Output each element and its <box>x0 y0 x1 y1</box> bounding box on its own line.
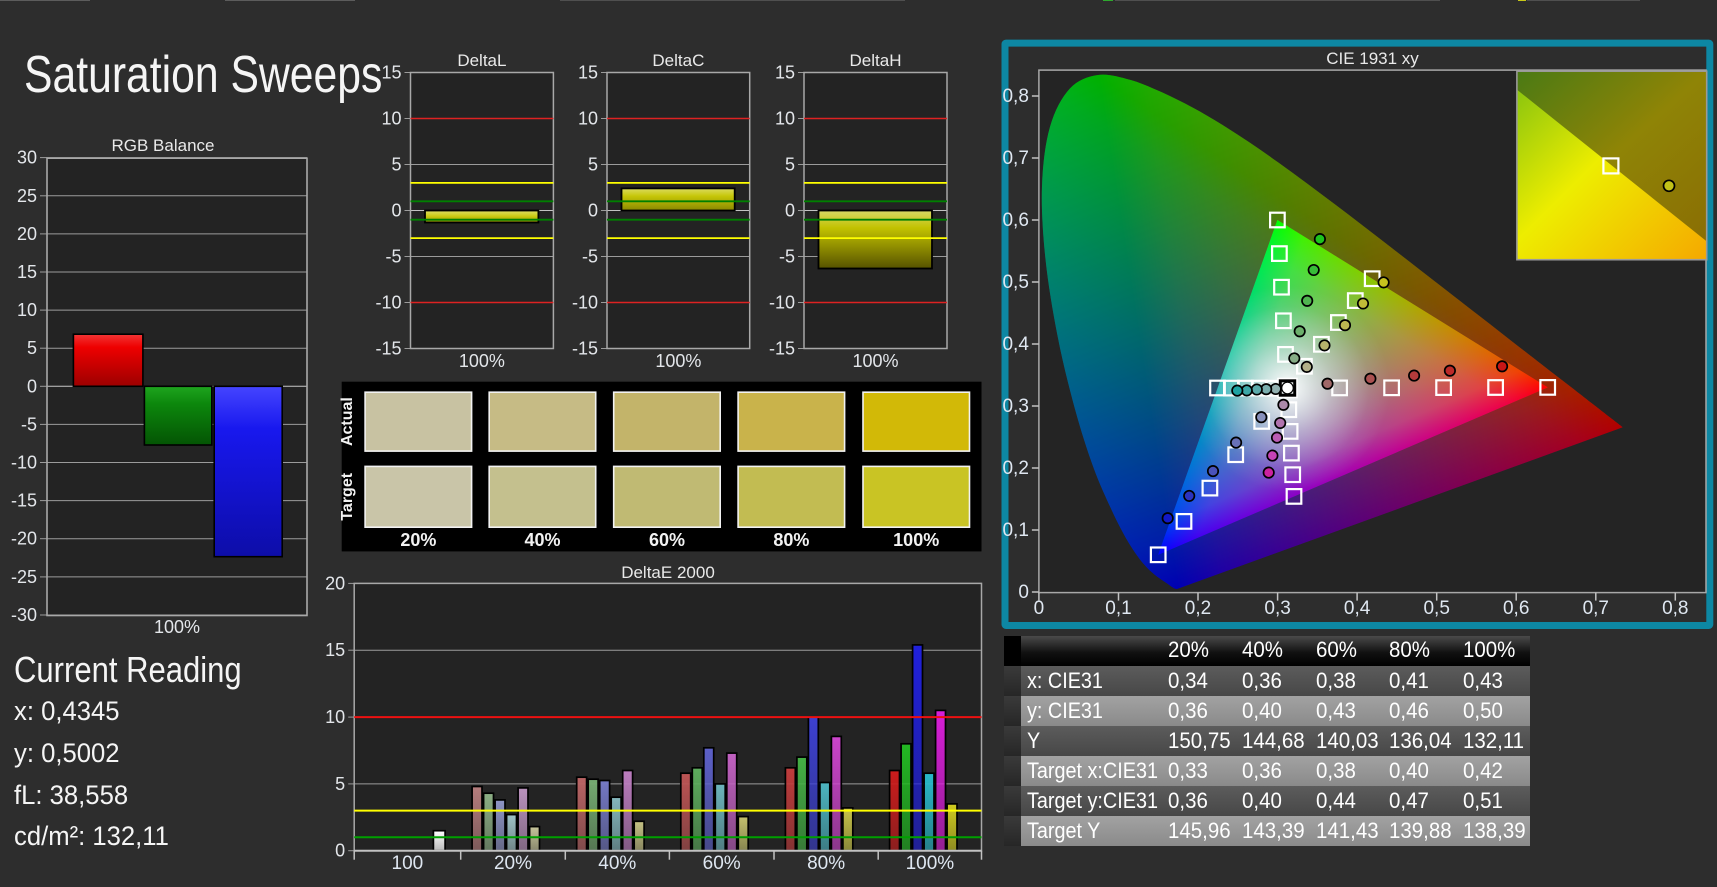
svg-text:10: 10 <box>578 109 598 129</box>
svg-text:5: 5 <box>588 155 598 175</box>
svg-text:0: 0 <box>785 201 795 221</box>
svg-text:60%: 60% <box>649 530 685 550</box>
svg-text:0,8: 0,8 <box>1002 86 1028 107</box>
svg-text:20: 20 <box>17 224 37 244</box>
svg-text:60%: 60% <box>703 853 741 874</box>
svg-text:10: 10 <box>775 109 795 129</box>
svg-text:Target: Target <box>339 472 356 520</box>
svg-text:DeltaC: DeltaC <box>652 51 704 70</box>
svg-text:10: 10 <box>325 707 345 727</box>
svg-text:0,3: 0,3 <box>1264 598 1290 619</box>
svg-text:RGB Balance: RGB Balance <box>112 136 215 155</box>
svg-text:0,2: 0,2 <box>1185 598 1211 619</box>
svg-text:20%: 20% <box>494 853 532 874</box>
svg-text:0,5: 0,5 <box>1423 598 1449 619</box>
svg-text:-5: -5 <box>779 247 795 267</box>
svg-text:0,1: 0,1 <box>1002 520 1028 541</box>
svg-text:0,6: 0,6 <box>1002 210 1028 231</box>
svg-text:100%: 100% <box>154 617 200 637</box>
svg-text:CIE 1931 xy: CIE 1931 xy <box>1326 49 1419 68</box>
svg-text:0,3: 0,3 <box>1002 396 1028 417</box>
svg-text:DeltaH: DeltaH <box>850 51 902 70</box>
svg-text:-30: -30 <box>11 605 37 625</box>
svg-text:-15: -15 <box>11 491 37 511</box>
svg-text:10: 10 <box>17 300 37 320</box>
svg-text:0: 0 <box>391 201 401 221</box>
svg-text:DeltaE 2000: DeltaE 2000 <box>621 563 715 582</box>
svg-text:15: 15 <box>381 63 401 83</box>
svg-text:5: 5 <box>785 155 795 175</box>
svg-text:0,2: 0,2 <box>1002 458 1028 479</box>
svg-text:15: 15 <box>17 262 37 282</box>
svg-text:5: 5 <box>335 774 345 794</box>
svg-text:5: 5 <box>391 155 401 175</box>
svg-text:-20: -20 <box>11 529 37 549</box>
svg-text:-5: -5 <box>582 247 598 267</box>
svg-text:100%: 100% <box>893 530 939 550</box>
svg-text:10: 10 <box>381 109 401 129</box>
svg-text:40%: 40% <box>524 530 560 550</box>
svg-text:-10: -10 <box>769 293 795 313</box>
svg-text:20%: 20% <box>400 530 436 550</box>
svg-text:100%: 100% <box>459 351 505 371</box>
svg-text:0,7: 0,7 <box>1002 148 1028 169</box>
svg-text:20: 20 <box>325 573 345 593</box>
svg-text:15: 15 <box>775 63 795 83</box>
svg-text:0: 0 <box>588 201 598 221</box>
svg-text:0: 0 <box>1018 582 1029 603</box>
svg-text:40%: 40% <box>598 853 636 874</box>
svg-text:0,6: 0,6 <box>1503 598 1529 619</box>
svg-text:-10: -10 <box>572 293 598 313</box>
svg-text:-25: -25 <box>11 567 37 587</box>
svg-text:-15: -15 <box>375 339 401 359</box>
svg-text:0,1: 0,1 <box>1105 598 1131 619</box>
svg-text:100%: 100% <box>852 351 898 371</box>
svg-text:-15: -15 <box>572 339 598 359</box>
svg-text:DeltaL: DeltaL <box>457 51 506 70</box>
svg-text:-5: -5 <box>21 414 37 434</box>
svg-text:-15: -15 <box>769 339 795 359</box>
svg-text:0: 0 <box>27 376 37 396</box>
svg-text:Actual: Actual <box>339 397 356 446</box>
svg-text:15: 15 <box>578 63 598 83</box>
svg-text:100%: 100% <box>655 351 701 371</box>
svg-text:0: 0 <box>1034 598 1045 619</box>
svg-text:0: 0 <box>335 841 345 861</box>
svg-text:0,4: 0,4 <box>1002 334 1029 355</box>
svg-text:15: 15 <box>325 640 345 660</box>
svg-text:100: 100 <box>392 853 424 874</box>
svg-text:0,7: 0,7 <box>1583 598 1609 619</box>
svg-text:-10: -10 <box>375 293 401 313</box>
svg-text:0,8: 0,8 <box>1662 598 1688 619</box>
svg-text:100%: 100% <box>906 853 955 874</box>
svg-text:-5: -5 <box>385 247 401 267</box>
svg-text:80%: 80% <box>807 853 845 874</box>
svg-text:30: 30 <box>17 148 37 168</box>
svg-text:0,5: 0,5 <box>1002 272 1028 293</box>
svg-text:0,4: 0,4 <box>1344 598 1371 619</box>
svg-text:25: 25 <box>17 186 37 206</box>
svg-text:80%: 80% <box>773 530 809 550</box>
svg-text:5: 5 <box>27 338 37 358</box>
svg-text:-10: -10 <box>11 453 37 473</box>
